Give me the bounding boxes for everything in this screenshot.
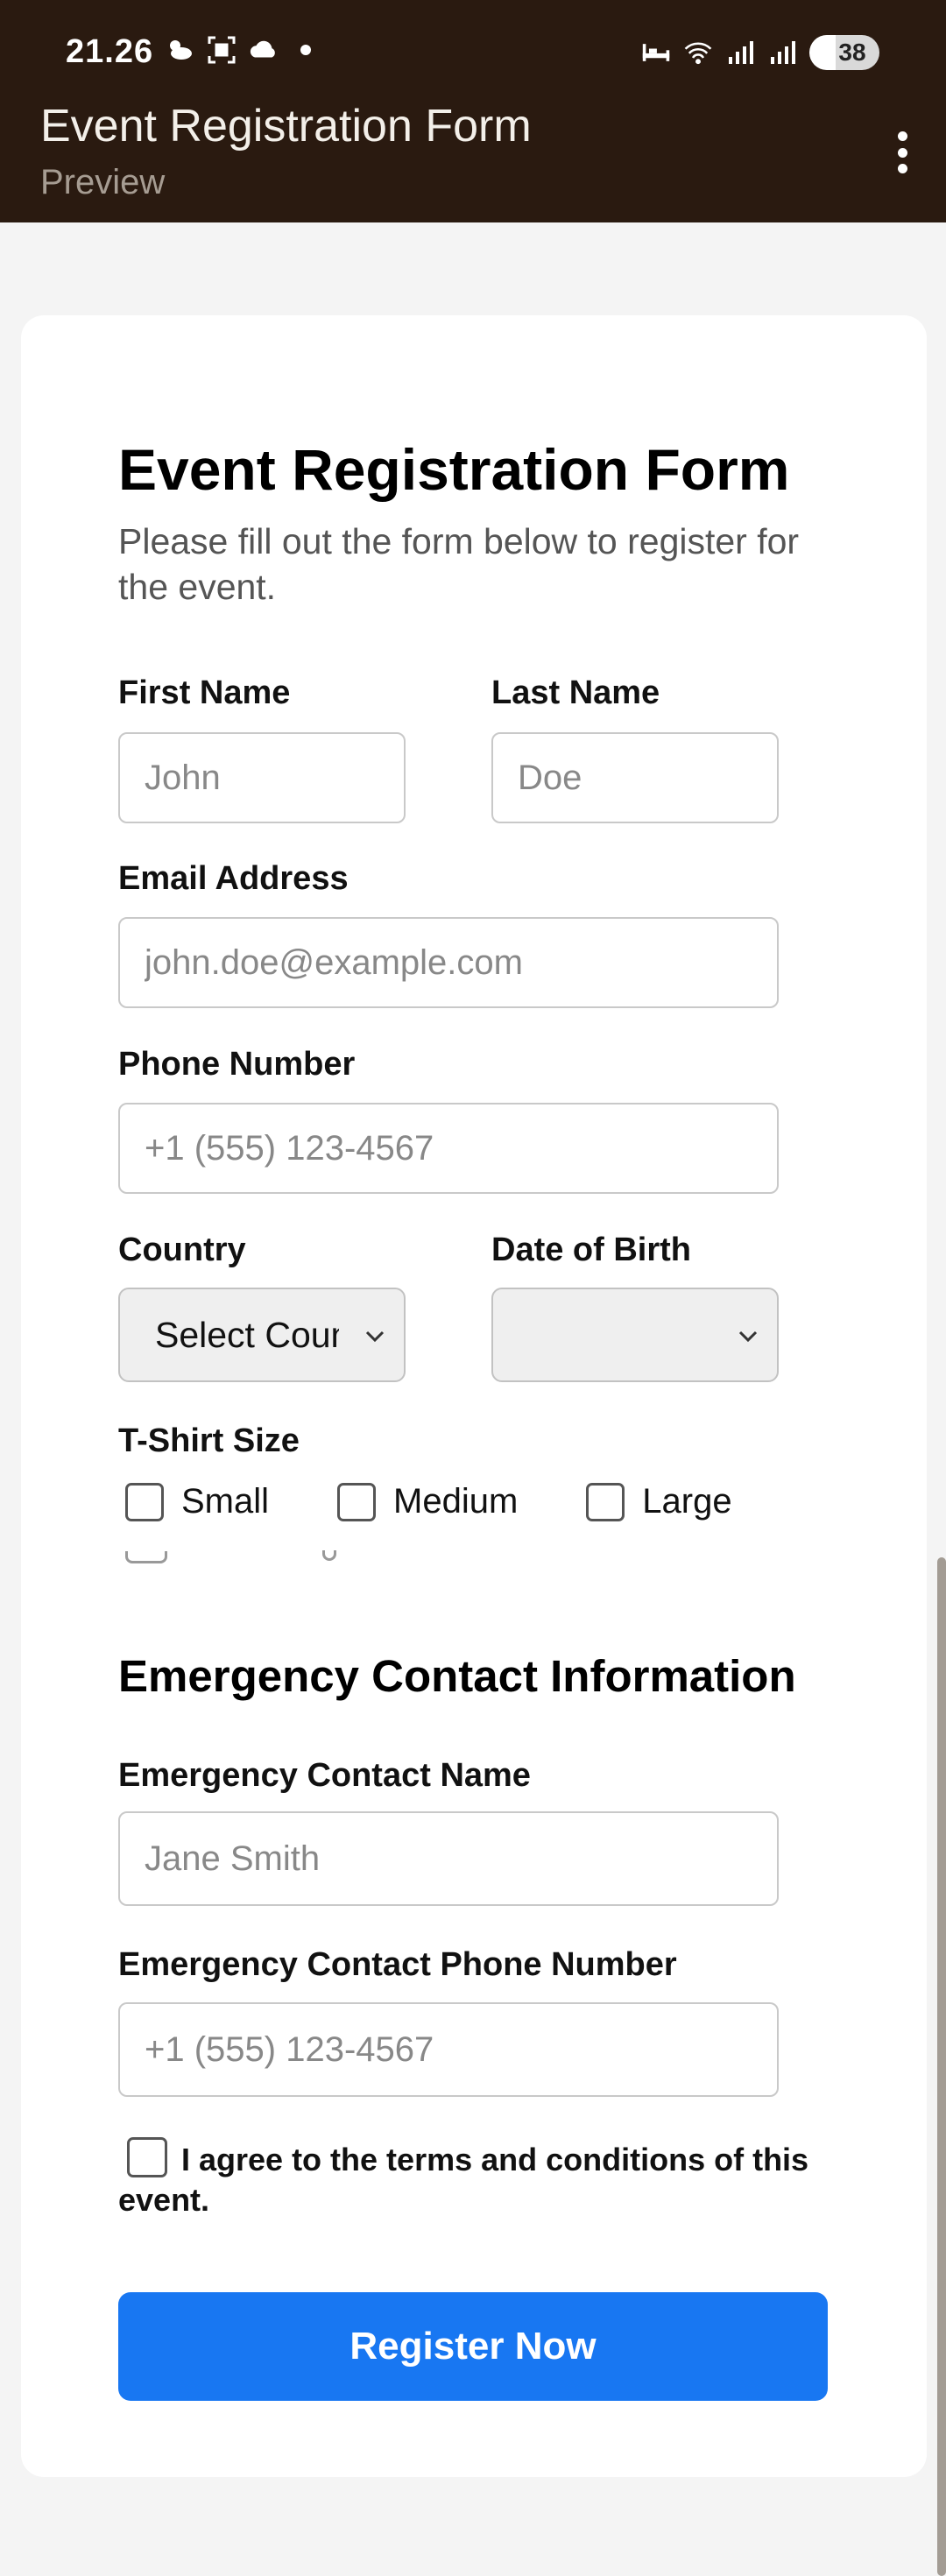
status-time: 21.26	[66, 33, 154, 70]
emergency-name-input[interactable]	[118, 1811, 779, 1906]
weather-icon	[165, 35, 194, 65]
emergency-phone-label: Emergency Contact Phone Number	[118, 1946, 677, 1983]
status-bar: 21.26 38	[0, 0, 946, 96]
small-option-label: Small	[181, 1482, 270, 1521]
screenshot-icon	[207, 35, 236, 65]
emergency-section-title: Emergency Contact Information	[118, 1651, 796, 1701]
scrollbar[interactable]	[937, 1557, 946, 2576]
large-option-label: Large	[642, 1482, 732, 1521]
phone-label: Phone Number	[118, 1046, 356, 1083]
phone-input[interactable]	[118, 1103, 779, 1194]
chevron-down-icon	[365, 1330, 385, 1343]
country-select[interactable]: Select Country	[118, 1288, 406, 1382]
bed-icon	[641, 38, 671, 67]
email-input[interactable]	[118, 917, 779, 1008]
last-name-label: Last Name	[491, 674, 660, 711]
form-description: Please fill out the form below to regist…	[118, 521, 800, 607]
first-name-input[interactable]	[118, 732, 406, 823]
dob-label: Date of Birth	[491, 1232, 691, 1268]
tshirt-size-options: Small Medium Large	[125, 1482, 732, 1521]
medium-checkbox[interactable]	[337, 1482, 377, 1521]
tshirt-option-medium[interactable]: Medium	[337, 1482, 518, 1521]
terms-row: I agree to the terms and conditions of t…	[118, 2137, 872, 2220]
small-checkbox[interactable]	[125, 1482, 164, 1521]
battery-indicator: 38	[809, 35, 879, 70]
terms-checkbox[interactable]	[127, 2137, 167, 2177]
wifi-icon	[683, 38, 713, 67]
signal-icon	[725, 38, 755, 67]
country-select-value: Select Country	[155, 1314, 339, 1355]
emergency-phone-input[interactable]	[118, 2002, 779, 2097]
app-title: Event Registration Form	[40, 101, 532, 152]
signal-icon	[767, 38, 797, 67]
medium-option-label: Medium	[393, 1482, 519, 1521]
chevron-down-icon	[738, 1330, 758, 1343]
large-checkbox[interactable]	[586, 1482, 625, 1521]
clipped-checkbox	[125, 1551, 167, 1563]
email-label: Email Address	[118, 860, 349, 897]
emergency-name-label: Emergency Contact Name	[118, 1757, 531, 1794]
last-name-input[interactable]	[491, 732, 779, 823]
app-header: 21.26 38 Event Registration Form Preview	[0, 0, 946, 222]
terms-label: I agree to the terms and conditions of t…	[118, 2142, 809, 2218]
more-options-icon[interactable]	[893, 131, 911, 173]
tshirt-option-small[interactable]: Small	[125, 1482, 269, 1521]
dot-icon	[291, 35, 321, 65]
tshirt-size-label: T-Shirt Size	[118, 1422, 300, 1459]
form-title: Event Registration Form	[118, 437, 790, 502]
first-name-label: First Name	[118, 674, 291, 711]
dob-select[interactable]	[491, 1288, 779, 1382]
country-label: Country	[118, 1232, 246, 1268]
register-button[interactable]: Register Now	[118, 2292, 828, 2401]
app-subtitle: Preview	[40, 163, 166, 201]
tshirt-option-large[interactable]: Large	[586, 1482, 732, 1521]
cloud-icon	[249, 35, 279, 65]
